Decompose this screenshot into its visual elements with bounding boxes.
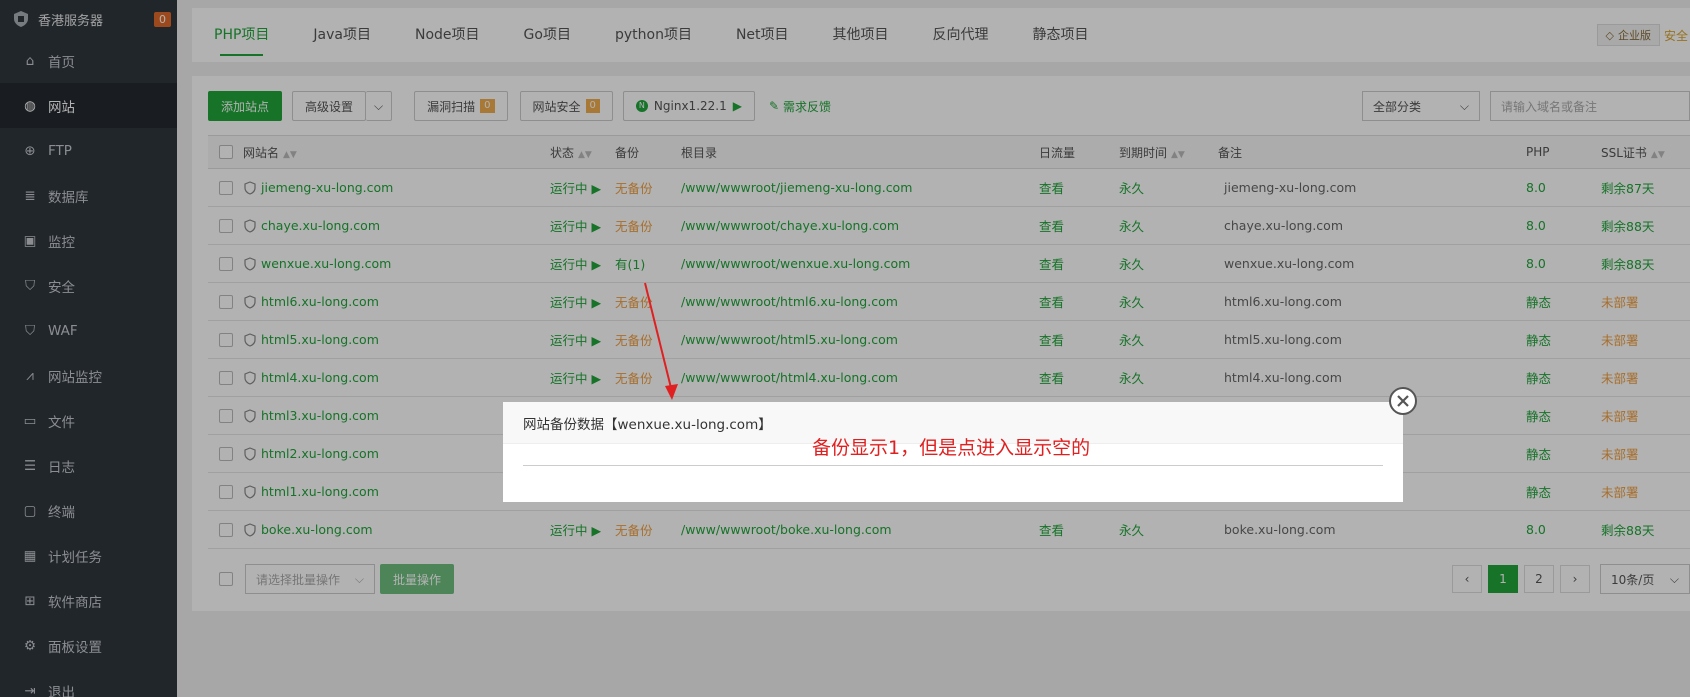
close-icon [1397, 395, 1409, 407]
modal-divider [523, 465, 1383, 466]
annotation-text: 备份显示1，但是点进入显示空的 [812, 437, 1091, 459]
modal-backdrop[interactable] [0, 0, 1690, 697]
modal-close-button[interactable] [1389, 387, 1417, 415]
